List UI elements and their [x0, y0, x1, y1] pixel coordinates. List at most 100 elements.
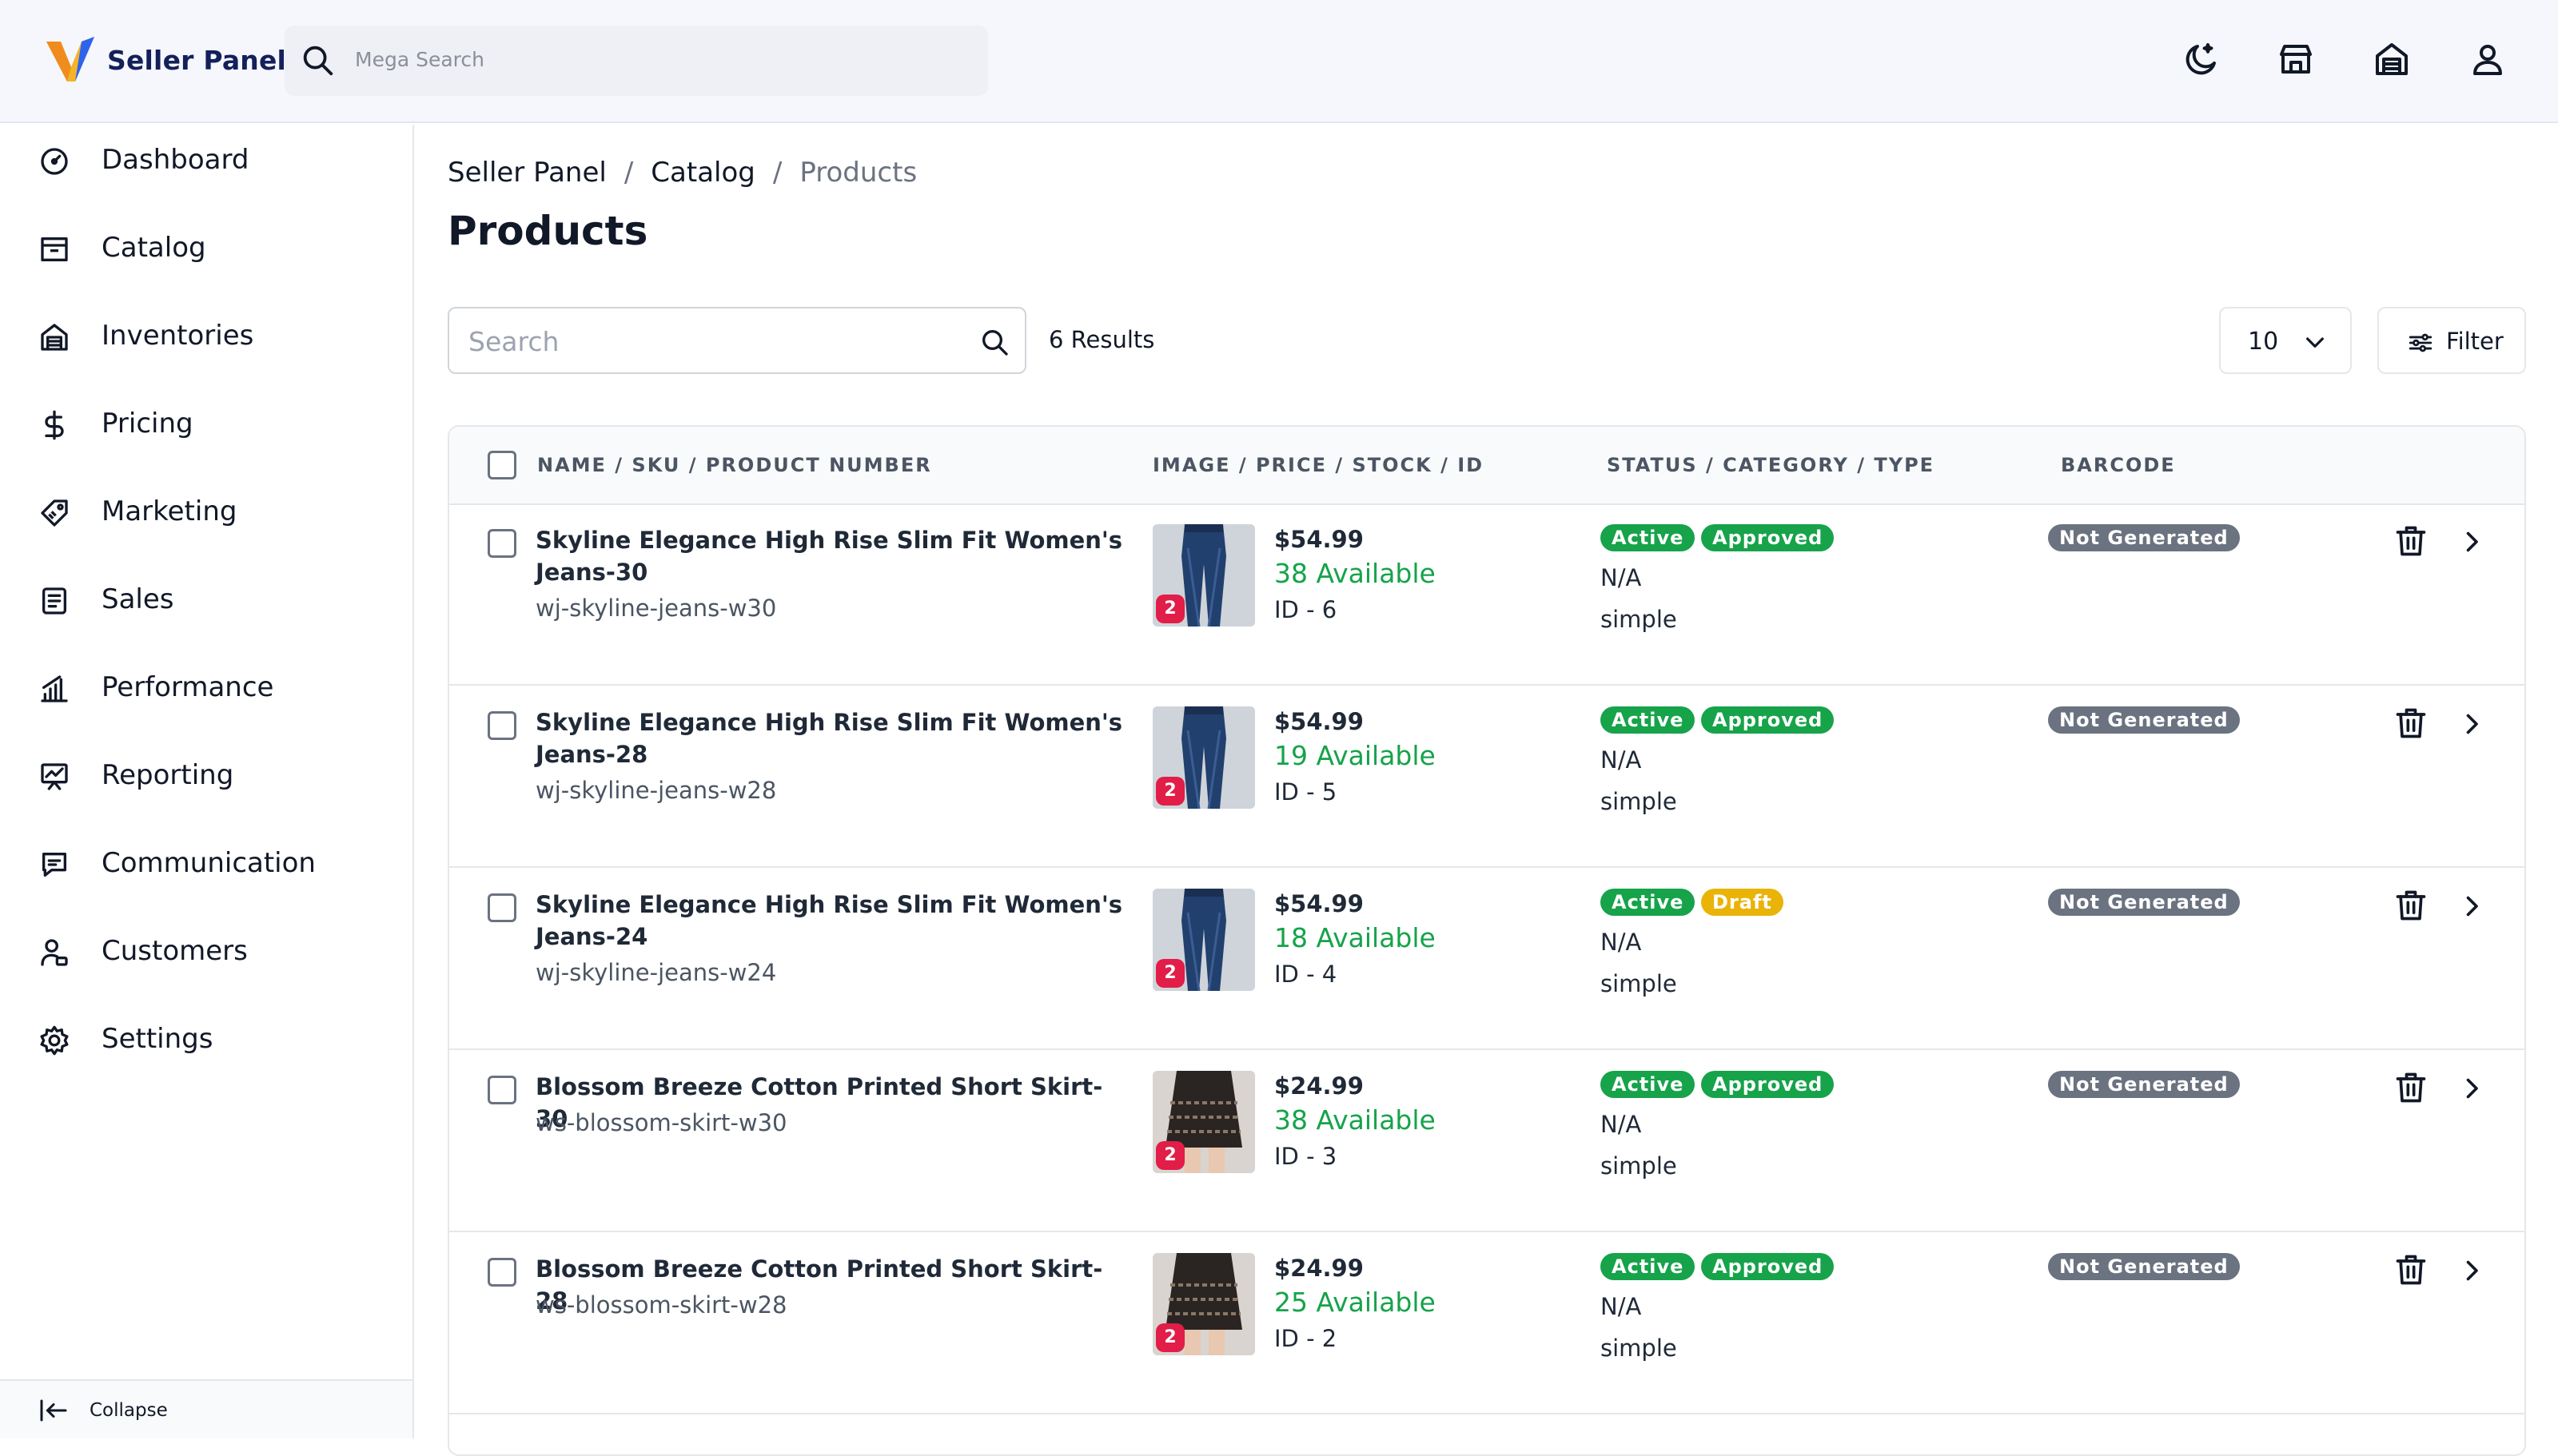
product-search-input[interactable]: Search: [448, 307, 1026, 374]
sidebar-item-inventories[interactable]: Inventories: [0, 300, 414, 372]
trash-icon[interactable]: [2393, 1251, 2429, 1288]
page-size-select[interactable]: 10: [2219, 307, 2352, 374]
collapse-sidebar-button[interactable]: Collapse: [0, 1379, 412, 1438]
row-checkbox[interactable]: [488, 711, 516, 740]
sidebar-item-marketing[interactable]: Marketing: [0, 476, 414, 548]
product-category: N/A: [1600, 746, 1642, 774]
sidebar-item-label: Communication: [102, 847, 316, 879]
sidebar-item-label: Dashboard: [102, 144, 249, 176]
chevron-right-icon[interactable]: [2457, 892, 2486, 921]
sidebar-item-sales[interactable]: Sales: [0, 564, 414, 636]
warehouse-icon[interactable]: [2373, 40, 2411, 78]
user-profile-icon[interactable]: [2468, 40, 2507, 78]
image-count-badge: 2: [1156, 1141, 1185, 1170]
product-name[interactable]: Skyline Elegance High Rise Slim Fit Wome…: [536, 889, 1127, 953]
sidebar-item-communication[interactable]: Communication: [0, 828, 414, 900]
table-row[interactable]: Skyline Elegance High Rise Slim Fit Wome…: [449, 869, 2524, 1050]
app-name: Seller Panel: [107, 44, 287, 76]
approval-badge: Approved: [1701, 524, 1835, 551]
catalog-icon: [41, 237, 68, 261]
table-row[interactable]: Skyline Elegance High Rise Slim Fit Wome…: [449, 505, 2524, 686]
barcode-badge: Not Generated: [2048, 1071, 2240, 1098]
row-checkbox[interactable]: [488, 1258, 516, 1287]
status-badge: Active: [1600, 1071, 1695, 1098]
sidebar-item-label: Marketing: [102, 495, 237, 527]
app-logo[interactable]: Seller Panel: [45, 35, 286, 85]
table-row[interactable]: Skyline Elegance High Rise Slim Fit Wome…: [449, 687, 2524, 868]
table-row[interactable]: Blossom Breeze Cotton Printed Short Skir…: [449, 1052, 2524, 1232]
product-price: $24.99: [1274, 1072, 1364, 1100]
image-count-badge: 2: [1156, 959, 1185, 988]
product-price: $54.99: [1274, 890, 1364, 917]
mega-search-placeholder: Mega Search: [355, 48, 484, 71]
sidebar-item-label: Sales: [102, 583, 174, 615]
collapse-label: Collapse: [90, 1400, 168, 1421]
sidebar-item-label: Reporting: [102, 759, 234, 791]
product-type: simple: [1600, 606, 1677, 633]
sidebar-item-settings[interactable]: Settings: [0, 1004, 414, 1076]
breadcrumb-seller-panel[interactable]: Seller Panel: [448, 157, 607, 189]
barcode-badge: Not Generated: [2048, 889, 2240, 916]
column-header-status[interactable]: STATUS / CATEGORY / TYPE: [1607, 454, 1934, 476]
row-checkbox[interactable]: [488, 1076, 516, 1104]
chevron-right-icon[interactable]: [2457, 527, 2486, 556]
product-sku: wj-skyline-jeans-w30: [536, 595, 777, 622]
page-size-value: 10: [2248, 328, 2279, 356]
row-checkbox[interactable]: [488, 893, 516, 922]
chevron-right-icon[interactable]: [2457, 1074, 2486, 1103]
sidebar-item-label: Inventories: [102, 320, 254, 352]
product-stock: 38 Available: [1274, 558, 1436, 589]
sidebar-item-label: Customers: [102, 935, 248, 967]
product-id: ID - 6: [1274, 596, 1337, 623]
sidebar-item-label: Performance: [102, 671, 274, 703]
sales-icon: [42, 587, 66, 615]
column-header-image[interactable]: IMAGE / PRICE / STOCK / ID: [1153, 454, 1484, 476]
product-type: simple: [1600, 1335, 1677, 1362]
dashboard-icon: [41, 148, 68, 175]
product-id: ID - 5: [1274, 778, 1337, 806]
trash-icon[interactable]: [2393, 523, 2429, 559]
logo-icon: [46, 37, 94, 82]
sidebar-item-catalog[interactable]: Catalog: [0, 213, 414, 284]
trash-icon[interactable]: [2393, 1069, 2429, 1106]
product-sku: wj-skyline-jeans-w28: [536, 777, 777, 804]
product-sku: ws-blossom-skirt-w28: [536, 1291, 787, 1319]
row-checkbox[interactable]: [488, 529, 516, 558]
product-stock: 38 Available: [1274, 1104, 1436, 1136]
chevron-right-icon[interactable]: [2457, 710, 2486, 738]
product-category: N/A: [1600, 929, 1642, 956]
trash-icon[interactable]: [2393, 887, 2429, 924]
dark-mode-toggle-icon[interactable]: [2182, 40, 2221, 78]
trash-icon[interactable]: [2393, 705, 2429, 742]
column-header-barcode[interactable]: BARCODE: [2061, 454, 2176, 476]
column-header-name[interactable]: NAME / SKU / PRODUCT NUMBER: [537, 454, 932, 476]
sidebar-item-reporting[interactable]: Reporting: [0, 740, 414, 812]
product-price: $54.99: [1274, 708, 1364, 735]
store-icon[interactable]: [2277, 40, 2315, 78]
product-type: simple: [1600, 970, 1677, 997]
tag-icon: [41, 499, 68, 527]
product-type: simple: [1600, 788, 1677, 815]
product-price: $54.99: [1274, 526, 1364, 553]
table-row[interactable]: Blossom Breeze Cotton Printed Short Skir…: [449, 1234, 2524, 1414]
message-icon: [42, 853, 67, 877]
product-stock: 25 Available: [1274, 1287, 1436, 1318]
sidebar-item-label: Pricing: [102, 408, 193, 440]
product-name[interactable]: Skyline Elegance High Rise Slim Fit Wome…: [536, 524, 1127, 588]
image-count-badge: 2: [1156, 777, 1185, 806]
product-category: N/A: [1600, 1293, 1642, 1320]
product-id: ID - 4: [1274, 961, 1337, 988]
product-name[interactable]: Skyline Elegance High Rise Slim Fit Wome…: [536, 706, 1127, 770]
mega-search-input[interactable]: Mega Search: [285, 26, 988, 96]
approval-badge: Approved: [1701, 1071, 1835, 1098]
sidebar-item-dashboard[interactable]: Dashboard: [0, 125, 414, 197]
breadcrumb-products: Products: [799, 157, 918, 189]
sidebar-item-customers[interactable]: Customers: [0, 916, 414, 988]
filter-button[interactable]: Filter: [2377, 307, 2526, 374]
chevron-right-icon[interactable]: [2457, 1256, 2486, 1285]
products-table: NAME / SKU / PRODUCT NUMBER IMAGE / PRIC…: [448, 425, 2526, 1456]
sidebar-item-pricing[interactable]: Pricing: [0, 388, 414, 460]
select-all-checkbox[interactable]: [488, 451, 516, 479]
breadcrumb-catalog[interactable]: Catalog: [651, 157, 755, 189]
sidebar-item-performance[interactable]: Performance: [0, 652, 414, 724]
